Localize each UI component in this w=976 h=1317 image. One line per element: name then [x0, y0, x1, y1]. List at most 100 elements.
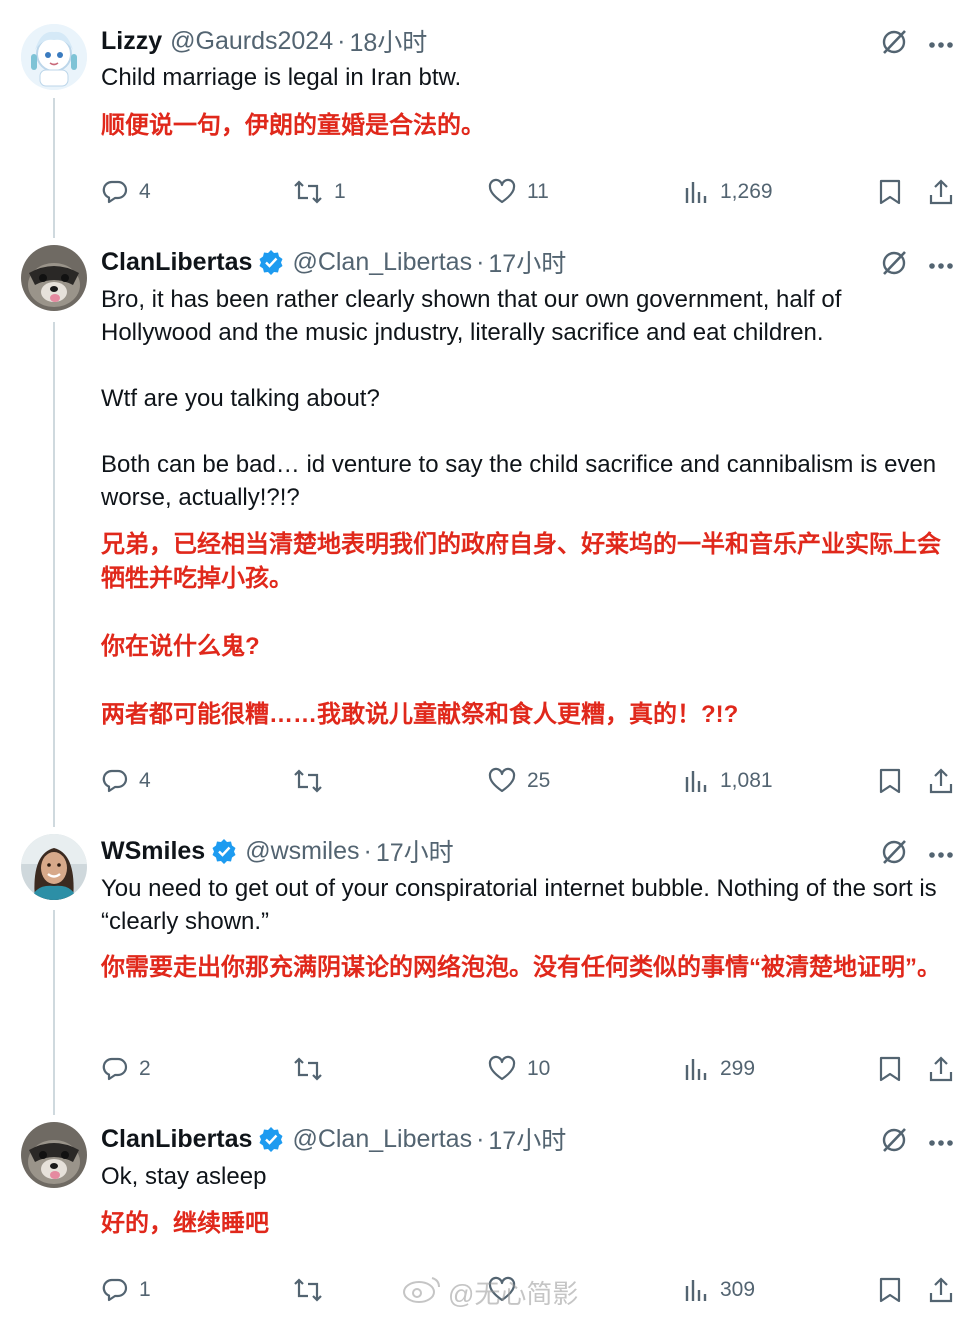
- like-icon: [487, 767, 517, 795]
- reply-icon: [101, 178, 129, 206]
- translation-paragraph: 两者都可能很糟……我敢说儿童献祭和食人更糟，真的！?!?: [101, 701, 739, 728]
- retweet-button[interactable]: 1: [292, 172, 346, 212]
- bookmark-button[interactable]: [878, 1049, 902, 1089]
- grok-icon[interactable]: [880, 1126, 908, 1159]
- like-button[interactable]: 10: [487, 1049, 550, 1089]
- tweet[interactable]: ClanLibertas @Clan_Libertas · 17小时 Ok, s…: [0, 1122, 976, 1317]
- share-button[interactable]: [927, 1049, 955, 1089]
- translation-paragraph: 你在说什么鬼?: [101, 633, 260, 660]
- tweet[interactable]: Lizzy @Gaurds2024 · 18小时 Child marriage …: [0, 24, 976, 224]
- more-icon[interactable]: [928, 1134, 954, 1152]
- views-icon: [684, 179, 710, 205]
- tweet-header: WSmiles @wsmiles · 17小时: [101, 833, 454, 869]
- share-button[interactable]: [927, 761, 955, 801]
- user-handle[interactable]: @Clan_Libertas: [292, 248, 472, 277]
- reply-count: 4: [139, 180, 151, 203]
- share-icon: [927, 1055, 955, 1083]
- like-icon: [487, 178, 517, 206]
- view-count: 1,081: [720, 769, 773, 792]
- tweet-paragraph: Bro, it has been rather clearly shown th…: [101, 286, 842, 346]
- translation-paragraph: 你需要走出你那充满阴谋论的网络泡泡。没有任何类似的事情“被清楚地证明”。: [101, 954, 941, 981]
- reply-button[interactable]: 4: [101, 172, 151, 212]
- like-button[interactable]: 11: [487, 172, 549, 212]
- tweet-actions: 1 309: [0, 1270, 976, 1310]
- like-button[interactable]: 25: [487, 761, 550, 801]
- translation-paragraph: 好的，继续睡吧: [101, 1210, 269, 1237]
- bookmark-button[interactable]: [878, 172, 902, 212]
- tweet-translation: 好的，继续睡吧: [101, 1207, 961, 1241]
- like-button[interactable]: [487, 1270, 527, 1310]
- views-button[interactable]: 1,269: [684, 172, 773, 212]
- share-button[interactable]: [927, 172, 955, 212]
- view-count: 1,269: [720, 180, 773, 203]
- retweet-button[interactable]: [292, 1049, 334, 1089]
- tweet[interactable]: WSmiles @wsmiles · 17小时 You need to get …: [0, 834, 976, 1094]
- bookmark-button[interactable]: [878, 1270, 902, 1310]
- tweet-paragraph: Child marriage is legal in Iran btw.: [101, 64, 462, 91]
- views-icon: [684, 768, 710, 794]
- timestamp[interactable]: 18小时: [349, 23, 427, 59]
- tweet-actions: 4 25 1,081: [0, 761, 976, 801]
- grok-icon[interactable]: [880, 838, 908, 871]
- more-icon[interactable]: [928, 257, 954, 275]
- views-button[interactable]: 299: [684, 1049, 755, 1089]
- tweet-top-actions: [880, 28, 954, 61]
- separator-dot: ·: [476, 247, 485, 276]
- retweet-button[interactable]: [292, 1270, 334, 1310]
- view-count: 309: [720, 1278, 756, 1301]
- reply-button[interactable]: 2: [101, 1049, 151, 1089]
- tweet-text: Child marriage is legal in Iran btw.: [101, 61, 951, 94]
- user-handle[interactable]: @Gaurds2024: [170, 27, 333, 56]
- retweet-button[interactable]: [292, 761, 334, 801]
- tweet-text: Bro, it has been rather clearly shown th…: [101, 283, 951, 514]
- tweet-paragraph: You need to get out of your conspiratori…: [101, 875, 937, 935]
- more-icon[interactable]: [928, 846, 954, 864]
- display-name[interactable]: WSmiles: [101, 837, 205, 866]
- share-button[interactable]: [927, 1270, 955, 1310]
- tweet-top-actions: [880, 249, 954, 282]
- timestamp[interactable]: 17小时: [488, 1121, 566, 1157]
- verified-badge-icon: [258, 1126, 284, 1152]
- user-handle[interactable]: @wsmiles: [245, 837, 359, 866]
- display-name[interactable]: Lizzy: [101, 27, 162, 56]
- timestamp[interactable]: 17小时: [488, 244, 566, 280]
- grok-icon[interactable]: [880, 249, 908, 282]
- tweet-header: ClanLibertas @Clan_Libertas · 17小时: [101, 244, 566, 280]
- tweet-translation: 你需要走出你那充满阴谋论的网络泡泡。没有任何类似的事情“被清楚地证明”。: [101, 951, 961, 985]
- reply-button[interactable]: 1: [101, 1270, 151, 1310]
- like-icon: [487, 1276, 517, 1304]
- translation-paragraph: 兄弟，已经相当清楚地表明我们的政府自身、好莱坞的一半和音乐产业实际上会牺牲并吃掉…: [101, 531, 941, 592]
- reply-button[interactable]: 4: [101, 761, 151, 801]
- more-icon[interactable]: [928, 36, 954, 54]
- separator-dot: ·: [363, 836, 372, 865]
- display-name[interactable]: ClanLibertas: [101, 248, 252, 277]
- tweet[interactable]: ClanLibertas @Clan_Libertas · 17小时 Bro, …: [0, 245, 976, 815]
- tweet-actions: 2 10 299: [0, 1049, 976, 1089]
- avatar[interactable]: [21, 1122, 87, 1188]
- tweet-actions: 4 1 11 1,269: [0, 172, 976, 212]
- avatar[interactable]: [21, 24, 87, 90]
- retweet-icon: [292, 767, 324, 795]
- reply-count: 2: [139, 1057, 151, 1080]
- tweet-paragraph: Both can be bad… id venture to say the c…: [101, 451, 937, 511]
- tweet-top-actions: [880, 1126, 954, 1159]
- bookmark-button[interactable]: [878, 761, 902, 801]
- retweet-icon: [292, 1276, 324, 1304]
- views-button[interactable]: 1,081: [684, 761, 773, 801]
- timestamp[interactable]: 17小时: [376, 833, 454, 869]
- reply-count: 4: [139, 769, 151, 792]
- views-icon: [684, 1056, 710, 1082]
- avatar[interactable]: [21, 834, 87, 900]
- avatar[interactable]: [21, 245, 87, 311]
- separator-dot: ·: [337, 26, 346, 55]
- share-icon: [927, 178, 955, 206]
- share-icon: [927, 767, 955, 795]
- views-button[interactable]: 309: [684, 1270, 755, 1310]
- like-count: 10: [527, 1057, 551, 1080]
- user-handle[interactable]: @Clan_Libertas: [292, 1125, 472, 1154]
- bookmark-icon: [878, 767, 902, 795]
- display-name[interactable]: ClanLibertas: [101, 1125, 252, 1154]
- grok-icon[interactable]: [880, 28, 908, 61]
- reply-count: 1: [139, 1278, 151, 1301]
- tweet-header: ClanLibertas @Clan_Libertas · 17小时: [101, 1121, 566, 1157]
